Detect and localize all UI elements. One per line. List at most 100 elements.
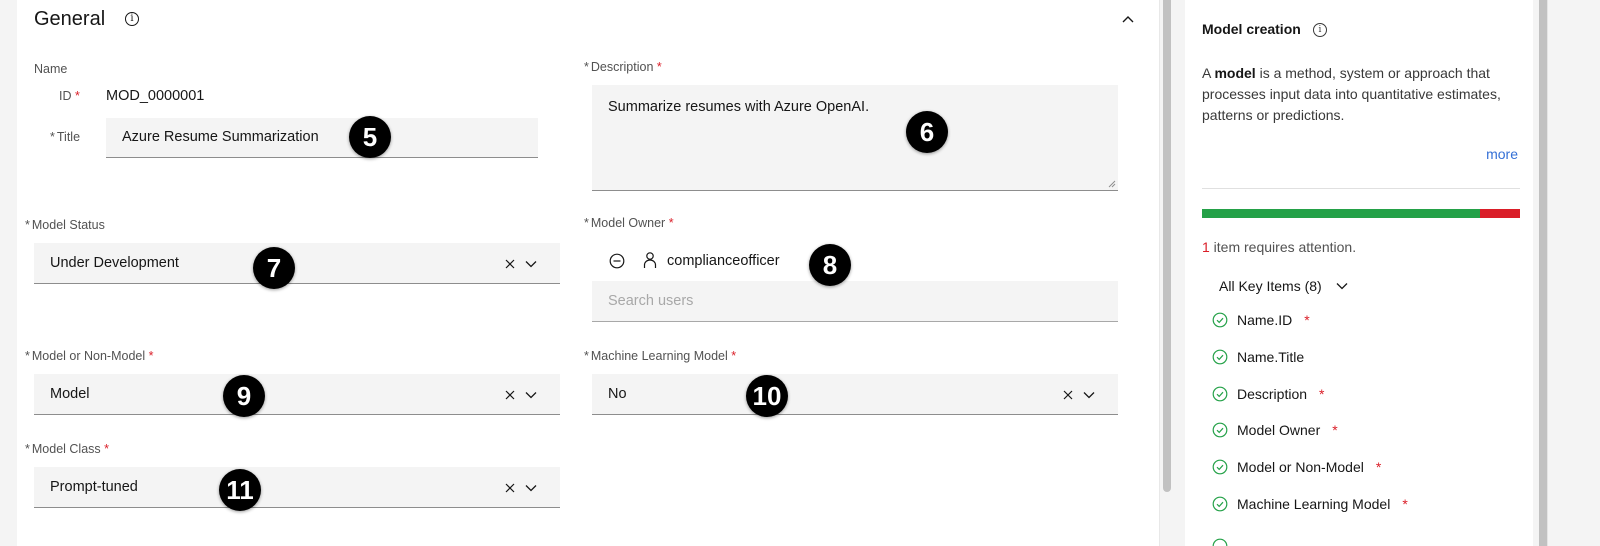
id-label: ID * [59, 89, 80, 103]
description-value: Summarize resumes with Azure OpenAI. [608, 99, 870, 115]
model-owner-label-text: Model Owner [590, 216, 666, 230]
annotation-badge-9: 9 [223, 375, 265, 417]
panel-scrollbar-thumb[interactable] [1539, 0, 1547, 546]
title-input[interactable]: Azure Resume Summarization [106, 118, 538, 158]
chevron-down-icon[interactable] [1083, 391, 1095, 399]
model-creation-panel: Model creation i A model is a method, sy… [1185, 0, 1533, 546]
required-marker: * [1319, 386, 1325, 402]
desc-bold: model [1214, 65, 1256, 81]
key-item[interactable]: Name.ID * [1212, 312, 1310, 328]
clear-icon[interactable] [504, 482, 516, 494]
key-item[interactable]: Model Owner * [1212, 422, 1338, 438]
chevron-down-icon [1336, 283, 1348, 290]
chevron-down-icon[interactable] [525, 484, 537, 492]
model-or-non-model-label: * Model or Non-Model * [25, 349, 153, 363]
clear-icon[interactable] [1062, 389, 1074, 401]
key-item-label: Name.ID [1237, 312, 1293, 328]
chevron-down-icon[interactable] [525, 260, 537, 268]
main-scrollbar-thumb[interactable] [1163, 0, 1171, 492]
key-items-filter-dropdown[interactable]: All Key Items (8) [1219, 278, 1348, 294]
completion-progress-bar [1202, 209, 1520, 218]
required-marker: * [584, 349, 589, 363]
annotation-badge-7: 7 [253, 247, 295, 289]
info-icon[interactable]: i [125, 12, 139, 26]
model-class-select[interactable]: Prompt-tuned [34, 467, 560, 508]
key-item-label: Model Owner [1237, 422, 1321, 438]
machine-learning-model-label-text: Machine Learning Model [590, 349, 728, 363]
required-marker: * [584, 216, 589, 230]
annotation-badge-10: 10 [746, 375, 788, 417]
model-status-select[interactable]: Under Development [34, 243, 560, 284]
required-marker: * [1375, 459, 1382, 475]
required-marker: * [104, 442, 110, 456]
attention-count: 1 [1202, 239, 1210, 255]
model-or-non-model-label-text: Model or Non-Model [31, 349, 146, 363]
key-item[interactable]: Description * [1212, 386, 1324, 402]
annotation-badge-11: 11 [219, 469, 261, 511]
chevron-up-icon[interactable] [1121, 14, 1135, 24]
model-or-non-model-select[interactable]: Model [34, 374, 560, 415]
search-users-input[interactable]: Search users [592, 281, 1118, 322]
machine-learning-model-label: * Machine Learning Model * [584, 349, 736, 363]
page: General i Name ID * MOD_0000001 * Title A… [0, 0, 1600, 546]
description-label-text: Description [590, 60, 654, 74]
checkmark-outline-icon [1212, 422, 1228, 438]
info-icon[interactable]: i [1313, 23, 1327, 37]
required-marker: * [584, 60, 589, 74]
resize-handle-icon[interactable] [1108, 180, 1116, 188]
required-marker: * [50, 130, 55, 144]
checkmark-outline-icon [1212, 386, 1228, 402]
required-marker: * [148, 349, 154, 363]
search-users-placeholder: Search users [608, 293, 694, 309]
required-marker: * [731, 349, 737, 363]
annotation-badge-6: 6 [906, 111, 948, 153]
required-marker: * [656, 60, 662, 74]
filter-label: All Key Items (8) [1219, 278, 1322, 294]
desc-prefix: A [1202, 65, 1215, 81]
annotation-badge-5: 5 [349, 116, 391, 158]
description-label: * Description * [584, 60, 662, 74]
annotation-badge-8: 8 [809, 244, 851, 286]
checkmark-outline-icon [1212, 349, 1228, 365]
required-marker: * [1402, 496, 1408, 512]
checkmark-outline-icon [1212, 459, 1228, 475]
chevron-down-icon[interactable] [525, 391, 537, 399]
model-owner-label: * Model Owner * [584, 216, 674, 230]
key-item-label: Description [1237, 386, 1308, 402]
checkmark-outline-icon [1212, 496, 1228, 512]
more-link[interactable]: more [1486, 146, 1518, 162]
key-item[interactable]: Model or Non-Model * [1212, 459, 1381, 475]
panel-description: A model is a method, system or approach … [1202, 63, 1522, 126]
model-status-value: Under Development [50, 255, 179, 271]
panel-separator [1173, 0, 1185, 546]
section-title: General [34, 8, 106, 30]
required-marker: * [668, 216, 674, 230]
required-marker: * [1304, 312, 1310, 328]
checkmark-outline-icon [1212, 538, 1228, 546]
id-value: MOD_0000001 [106, 88, 205, 104]
title-label-text: Title [56, 130, 81, 144]
key-item-partial [1212, 538, 1228, 546]
name-group-label: Name [34, 62, 68, 76]
attention-text: item requires attention. [1209, 239, 1357, 255]
required-marker: * [74, 89, 80, 103]
remove-user-icon[interactable] [609, 253, 625, 269]
machine-learning-model-value: No [608, 386, 627, 402]
key-item-label: Model or Non-Model [1237, 459, 1364, 475]
model-or-non-model-value: Model [50, 386, 90, 402]
general-section-panel: General i Name ID * MOD_0000001 * Title A… [17, 0, 1159, 546]
clear-icon[interactable] [504, 389, 516, 401]
key-item-label: Machine Learning Model [1237, 496, 1391, 512]
clear-icon[interactable] [504, 258, 516, 270]
machine-learning-model-select[interactable]: No [592, 374, 1118, 415]
model-status-label: * Model Status [25, 218, 105, 232]
required-marker: * [1332, 422, 1338, 438]
description-textarea[interactable]: Summarize resumes with Azure OpenAI. [592, 85, 1118, 191]
key-item-label: Name.Title [1237, 349, 1305, 365]
checkmark-outline-icon [1212, 312, 1228, 328]
key-item[interactable]: Machine Learning Model * [1212, 496, 1408, 512]
key-item[interactable]: Name.Title [1212, 349, 1304, 365]
panel-title: Model creation [1202, 21, 1301, 37]
model-class-value: Prompt-tuned [50, 479, 138, 495]
selected-owner: complianceofficer [667, 253, 780, 269]
